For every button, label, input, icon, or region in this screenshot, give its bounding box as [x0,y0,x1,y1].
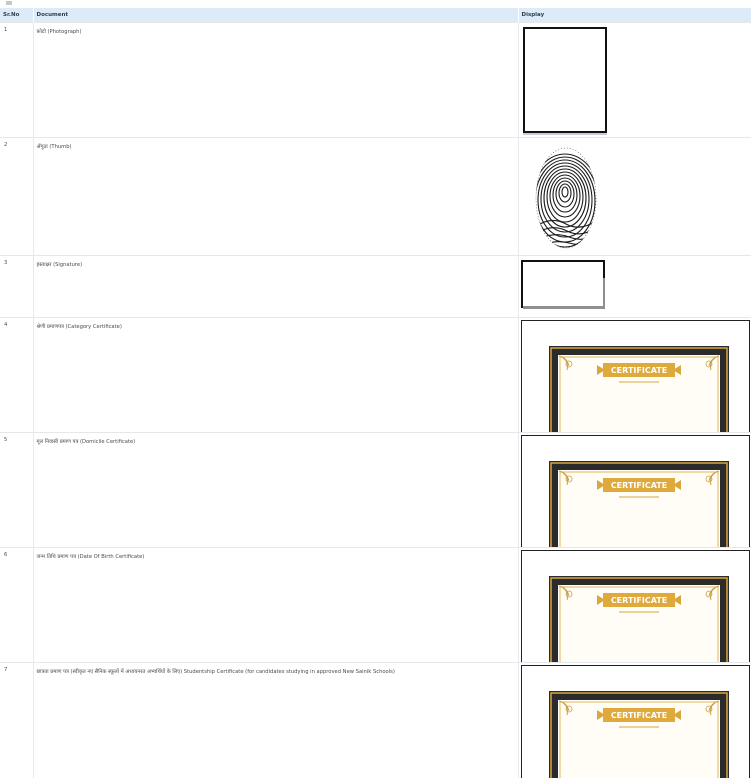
header-sr-no: Sr.No [0,8,34,23]
certificate-label: CERTIFICATE [610,711,666,720]
document-name: हस्ताक्षर (Signature) [33,255,519,318]
display-cell [518,255,751,318]
fingerprint-icon[interactable] [531,146,601,250]
certificate-label: CERTIFICATE [610,366,666,375]
certificate-graphic: CERTIFICATE [548,346,729,433]
header-document: Document [33,8,519,23]
table-row: 4 श्रेणी प्रमाणपत्र (Category Certificat… [0,317,751,433]
photograph-image[interactable] [522,27,607,133]
table-row: 7 छात्रता प्रमाण पत्र (स्वीकृत नए सैनिक … [0,662,751,778]
table-row: 2 अँगूठा (Thumb) [0,137,751,256]
display-cell [518,137,751,256]
certificate-label: CERTIFICATE [610,596,666,605]
signature-shadow [522,306,605,309]
certificate-image[interactable]: CERTIFICATE [520,665,750,778]
certificate-image[interactable]: CERTIFICATE [520,320,750,433]
certificate-label: CERTIFICATE [610,481,666,490]
documents-table: Sr.No Document Display 1 फ़ोटो (Photogra… [0,8,751,778]
table-header-row: Sr.No Document Display [0,8,751,23]
certificate-image[interactable]: CERTIFICATE [520,435,750,548]
top-strip [0,0,751,8]
document-name: मूल निवासी प्रमाण पत्र (Domicile Certifi… [33,432,519,548]
display-cell: CERTIFICATE [518,432,751,548]
table-row: 6 जन्म तिथि प्रमाण पत्र (Date Of Birth C… [0,547,751,663]
display-cell: CERTIFICATE [518,547,751,663]
row-number: 1 [0,22,34,138]
document-name: श्रेणी प्रमाणपत्र (Category Certificate) [33,317,519,433]
table-row: 1 फ़ोटो (Photograph) [0,22,751,138]
header-display: Display [518,8,751,23]
row-number: 7 [0,662,34,778]
row-number: 4 [0,317,34,433]
row-number: 3 [0,255,34,318]
display-cell: CERTIFICATE [518,317,751,433]
certificate-graphic: CERTIFICATE [548,691,729,778]
display-cell [518,22,751,138]
display-cell: CERTIFICATE [518,662,751,778]
certificate-image[interactable]: CERTIFICATE [520,550,750,663]
row-number: 2 [0,137,34,256]
table-row: 3 हस्ताक्षर (Signature) [0,255,751,318]
document-name: छात्रता प्रमाण पत्र (स्वीकृत नए सैनिक स्… [33,662,519,778]
row-number: 5 [0,432,34,548]
certificate-graphic: CERTIFICATE [548,461,729,548]
certificate-graphic: CERTIFICATE [548,576,729,663]
signature-image[interactable] [520,260,605,308]
photograph-shadow [522,133,607,135]
signature-shadow-edge [602,278,605,306]
row-number: 6 [0,547,34,663]
table-row: 5 मूल निवासी प्रमाण पत्र (Domicile Certi… [0,432,751,548]
document-name: अँगूठा (Thumb) [33,137,519,256]
document-name: जन्म तिथि प्रमाण पत्र (Date Of Birth Cer… [33,547,519,663]
document-name: फ़ोटो (Photograph) [33,22,519,138]
